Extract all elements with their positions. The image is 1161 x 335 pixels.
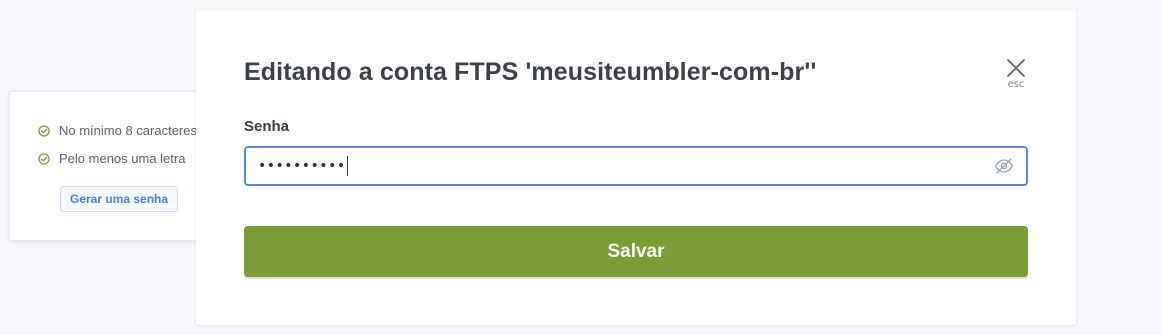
password-rule-label: Pelo menos uma letra (59, 151, 186, 166)
close-button[interactable]: esc (1002, 58, 1030, 96)
page: No mínimo 8 caracteres Pelo menos uma le… (0, 0, 1161, 335)
modal-title: Editando a conta FTPS 'meusiteumbler-com… (244, 58, 817, 86)
password-rule-min-length: No mínimo 8 caracteres (38, 123, 197, 138)
password-rule-label: No mínimo 8 caracteres (59, 123, 197, 138)
text-caret (346, 156, 348, 176)
eye-off-icon[interactable] (994, 157, 1014, 175)
close-shortcut-label: esc (1007, 79, 1025, 90)
generate-password-button[interactable]: Gerar uma senha (60, 186, 179, 212)
check-circle-icon (38, 152, 50, 165)
close-icon (1007, 59, 1025, 77)
password-value[interactable]: •••••••••• (258, 158, 346, 174)
check-circle-icon (38, 124, 50, 137)
password-label: Senha (244, 118, 290, 135)
edit-ftps-account-modal: Editando a conta FTPS 'meusiteumbler-com… (196, 10, 1076, 325)
password-rule-letter: Pelo menos uma letra (38, 151, 185, 166)
save-button[interactable]: Salvar (244, 226, 1028, 277)
password-input[interactable]: •••••••••• (244, 146, 1028, 186)
